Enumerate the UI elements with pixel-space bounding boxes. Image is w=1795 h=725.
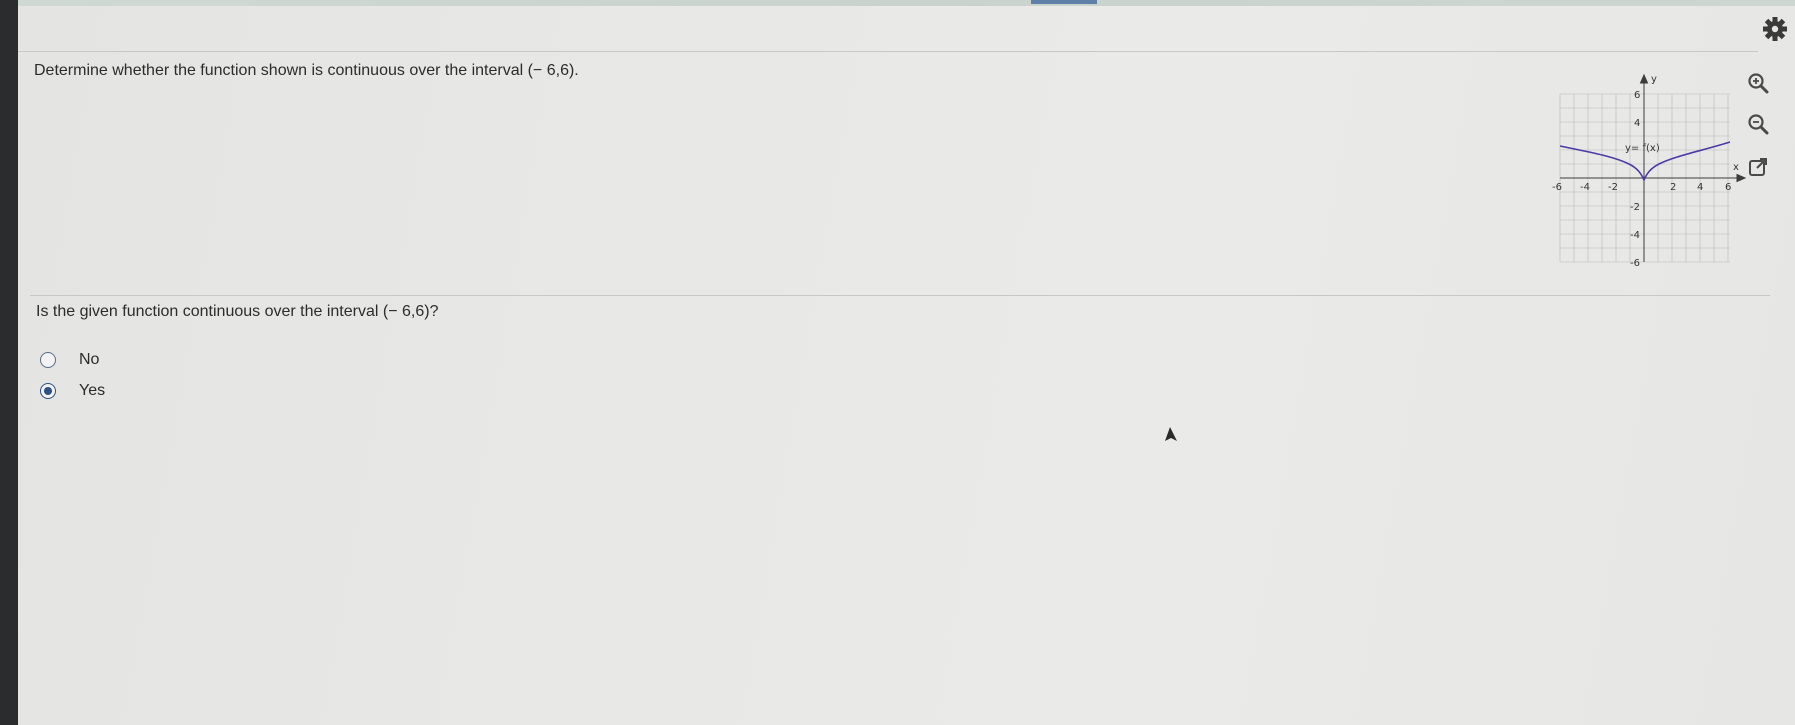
function-graph: y x y= f(x) -6 -4 -2 2 4 6 6 4 -2 -4 -6 — [1533, 70, 1763, 270]
y-tick: -4 — [1630, 230, 1640, 241]
x-tick: -4 — [1580, 182, 1590, 193]
y-tick: -2 — [1630, 202, 1640, 213]
radio-no[interactable] — [40, 352, 56, 368]
x-tick: 6 — [1725, 182, 1731, 193]
zoom-out-icon[interactable] — [1744, 111, 1772, 137]
option-label: No — [79, 351, 100, 368]
radio-yes[interactable] — [40, 383, 56, 399]
y-tick: 4 — [1634, 118, 1640, 129]
radio-dot — [44, 387, 52, 395]
sub-question: Is the given function continuous over th… — [36, 303, 439, 320]
screen: Determine whether the function shown is … — [18, 0, 1795, 725]
option-yes[interactable]: Yes — [40, 382, 105, 400]
gear-icon[interactable] — [1762, 16, 1788, 42]
x-tick: 4 — [1697, 182, 1703, 193]
mouse-cursor-icon — [1163, 426, 1179, 449]
y-tick: -6 — [1630, 258, 1640, 269]
y-tick: 6 — [1634, 90, 1640, 101]
divider-mid — [30, 295, 1770, 296]
divider-top — [18, 51, 1758, 52]
curve-label: y= f(x) — [1625, 143, 1660, 154]
option-label: Yes — [79, 382, 106, 399]
zoom-in-icon[interactable] — [1744, 70, 1772, 96]
x-tick: -6 — [1552, 182, 1562, 193]
x-axis-label: x — [1733, 162, 1739, 173]
top-accent-bar — [1031, 0, 1097, 4]
option-no[interactable]: No — [40, 351, 99, 369]
question-prompt: Determine whether the function shown is … — [34, 62, 579, 79]
x-tick: 2 — [1670, 182, 1676, 193]
open-window-icon[interactable] — [1744, 154, 1772, 180]
x-tick: -2 — [1608, 182, 1618, 193]
top-strip — [18, 0, 1795, 6]
y-axis-label: y — [1651, 74, 1657, 85]
